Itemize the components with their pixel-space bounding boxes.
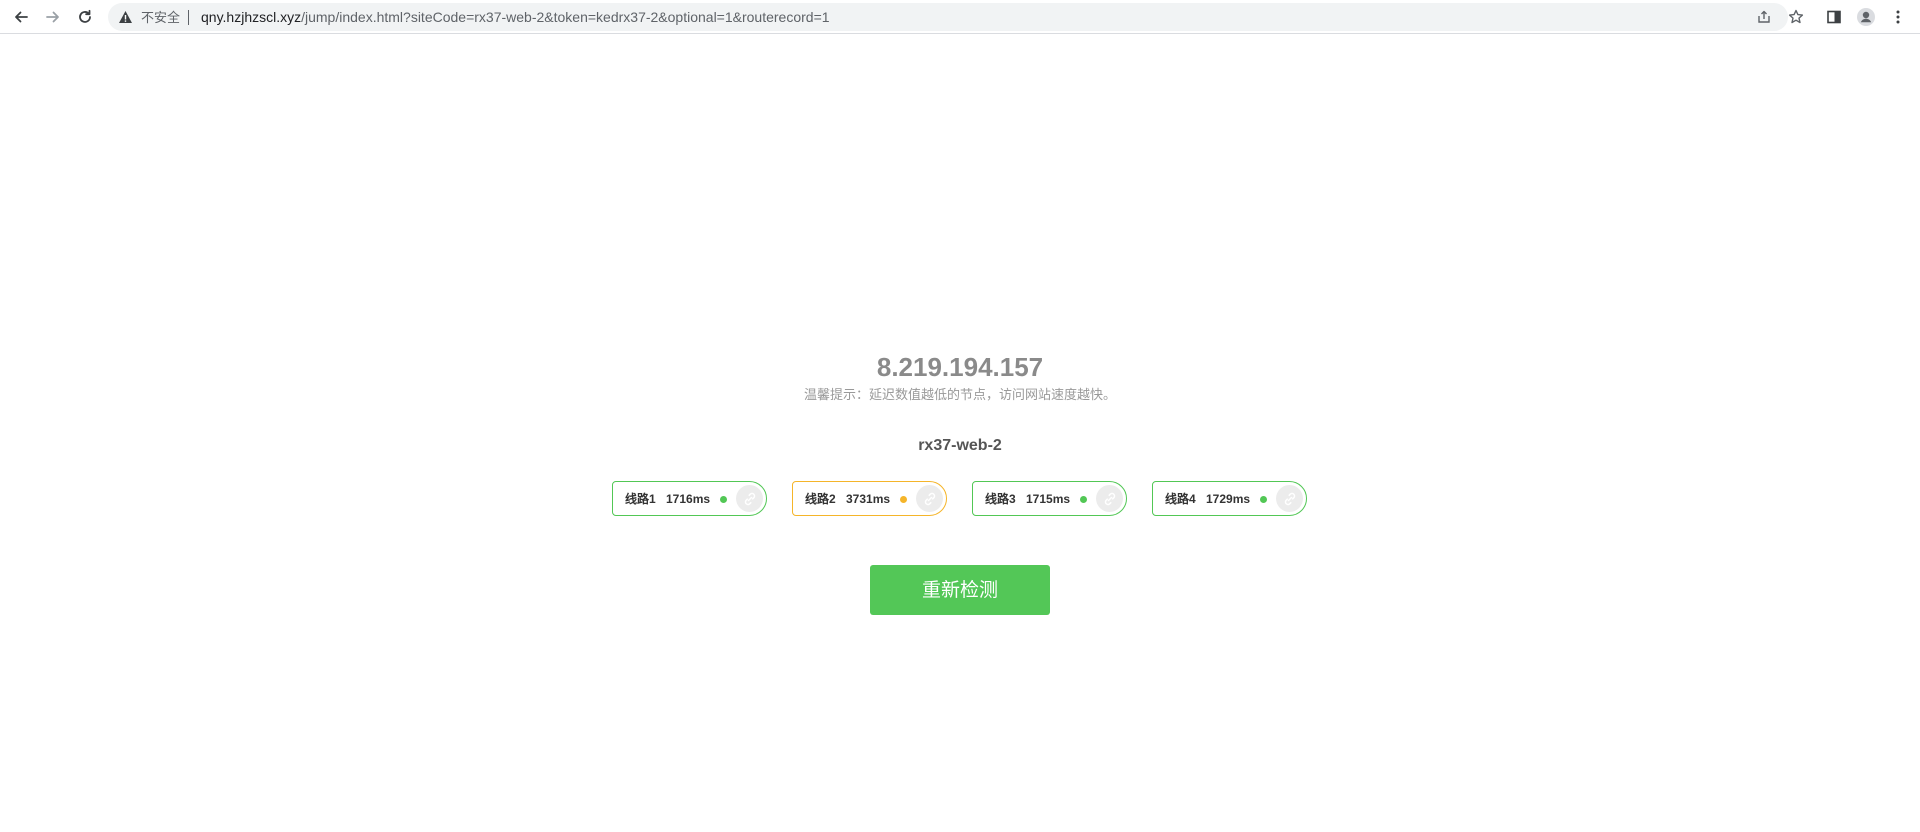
url-text[interactable]: qny.hzjhzscl.xyz/jump/index.html?siteCod…: [201, 10, 830, 25]
route-name: 线路1: [625, 492, 656, 506]
reload-button[interactable]: [72, 4, 98, 30]
route-name: 线路2: [805, 492, 836, 506]
status-dot: [1080, 496, 1087, 503]
route-item-4[interactable]: 线路4 1729ms: [1152, 481, 1307, 516]
back-arrow-icon: [15, 11, 28, 23]
latency-tip: 温馨提示：延迟数值越低的节点，访问网站速度越快。: [803, 387, 1116, 402]
profile-button[interactable]: [1853, 4, 1879, 30]
share-icon: [1758, 10, 1770, 23]
forward-button[interactable]: [40, 4, 66, 30]
route-latency: 3731ms: [846, 492, 891, 506]
reload-icon: [79, 9, 91, 23]
route-item-2[interactable]: 线路2 3731ms: [792, 481, 947, 516]
url-path: /jump/index.html?siteCode=rx37-web-2&tok…: [301, 9, 830, 25]
side-panel-button[interactable]: [1821, 4, 1847, 30]
menu-button[interactable]: [1885, 4, 1911, 30]
link-icon[interactable]: [1096, 485, 1123, 512]
kebab-menu-icon: [1896, 10, 1900, 24]
link-icon[interactable]: [916, 485, 943, 512]
status-dot: [720, 496, 727, 503]
route-name: 线路4: [1165, 492, 1196, 506]
avatar-icon: [1857, 8, 1875, 26]
share-button[interactable]: [1755, 8, 1773, 26]
security-label[interactable]: 不安全: [141, 10, 180, 25]
url-host: qny.hzjhzscl.xyz: [201, 9, 302, 25]
address-bar[interactable]: 不安全 qny.hzjhzscl.xyz/jump/index.html?sit…: [108, 3, 1804, 31]
route-latency: 1716ms: [666, 492, 711, 506]
status-dot: [900, 496, 907, 503]
side-panel-icon: [1827, 10, 1841, 24]
warning-icon: [119, 11, 132, 23]
site-code: rx37-web-2: [918, 437, 1002, 454]
ip-address: 8.219.194.157: [876, 352, 1044, 382]
star-icon: [1788, 9, 1804, 24]
browser-toolbar: 不安全 qny.hzjhzscl.xyz/jump/index.html?sit…: [0, 0, 1920, 34]
back-button[interactable]: [8, 4, 34, 30]
forward-arrow-icon: [46, 11, 59, 23]
route-item-3[interactable]: 线路3 1715ms: [972, 481, 1127, 516]
status-dot: [1260, 496, 1267, 503]
bookmark-button[interactable]: [1787, 8, 1805, 26]
recheck-button[interactable]: 重新检测: [870, 565, 1050, 615]
route-item-1[interactable]: 线路1 1716ms: [612, 481, 767, 516]
link-icon[interactable]: [1276, 485, 1303, 512]
route-name: 线路3: [985, 492, 1016, 506]
route-latency: 1715ms: [1026, 492, 1071, 506]
route-latency: 1729ms: [1206, 492, 1251, 506]
link-icon[interactable]: [736, 485, 763, 512]
omnibox-divider: [188, 10, 189, 25]
